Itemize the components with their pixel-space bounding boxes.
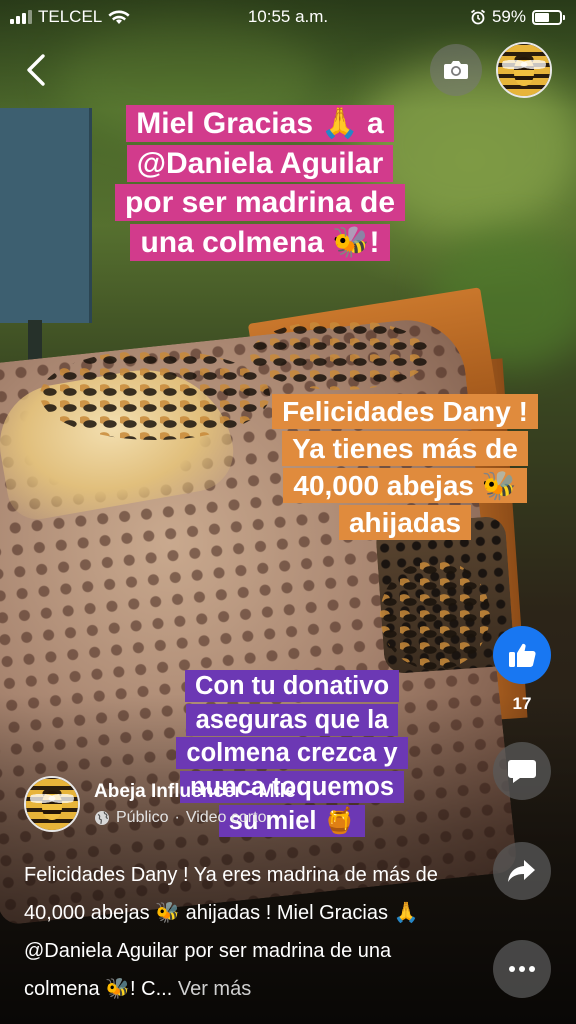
see-more-link[interactable]: Ver más bbox=[178, 978, 251, 1000]
comment-icon bbox=[508, 760, 536, 783]
comment-group bbox=[492, 742, 552, 800]
camera-icon bbox=[444, 61, 468, 79]
sticker-line: 40,000 abejas 🐝 bbox=[283, 467, 527, 503]
comment-button[interactable] bbox=[493, 742, 551, 800]
battery-level bbox=[535, 12, 550, 22]
like-button[interactable] bbox=[493, 626, 551, 684]
sticker-line: @Daniela Aguilar bbox=[126, 144, 394, 182]
sticker-pink: Miel Gracias 🙏 a @Daniela Aguilar por se… bbox=[84, 104, 436, 262]
hive-sign bbox=[0, 108, 92, 323]
sticker-line: Ya tienes más de bbox=[282, 430, 528, 466]
chevron-left-icon bbox=[27, 54, 45, 86]
battery-icon bbox=[532, 9, 565, 25]
video-type-label: Video corto bbox=[185, 809, 267, 826]
battery-percent: 59% bbox=[491, 7, 526, 26]
author-info: Abeja Influencer - Mile Público · Video … bbox=[94, 781, 296, 827]
sticker-line: colmena crezca y bbox=[176, 737, 408, 770]
sticker-line: Felicidades Dany ! bbox=[272, 394, 538, 429]
like-icon bbox=[509, 643, 536, 667]
privacy-label: Público bbox=[116, 809, 169, 826]
sticker-line: por ser madrina de bbox=[114, 184, 406, 222]
bee-cluster bbox=[380, 560, 490, 670]
sticker-line: Miel Gracias 🙏 a bbox=[126, 105, 394, 142]
sticker-line: aseguras que la bbox=[185, 703, 399, 736]
globe-icon bbox=[95, 811, 109, 825]
sticker-line: una colmena 🐝! bbox=[130, 223, 390, 261]
meta-separator: · bbox=[174, 809, 180, 826]
author-avatar[interactable] bbox=[24, 776, 80, 832]
status-bar: TELCEL 10:55 a.m. 59% bbox=[0, 0, 576, 34]
sticker-orange: Felicidades Dany ! Ya tienes más de 40,0… bbox=[254, 394, 556, 542]
post-author-row: Abeja Influencer - Mile Público · Video … bbox=[24, 776, 296, 832]
signal-icon bbox=[10, 10, 32, 24]
profile-avatar[interactable] bbox=[496, 42, 552, 98]
carrier-label: TELCEL bbox=[38, 7, 103, 26]
camera-button[interactable] bbox=[430, 44, 482, 96]
back-button[interactable] bbox=[18, 50, 54, 90]
like-count: 17 bbox=[512, 694, 532, 713]
share-button[interactable] bbox=[493, 842, 551, 900]
bee-avatar-image bbox=[26, 778, 78, 830]
more-group bbox=[492, 940, 552, 998]
post-caption[interactable]: Felicidades Dany ! Ya eres madrina de má… bbox=[24, 856, 464, 1008]
more-button[interactable] bbox=[493, 940, 551, 998]
alarm-icon bbox=[470, 9, 486, 25]
more-icon bbox=[509, 966, 535, 972]
bee-cluster bbox=[40, 350, 270, 440]
share-group bbox=[492, 842, 552, 900]
bee-cluster bbox=[250, 320, 430, 390]
status-left: TELCEL bbox=[10, 7, 130, 27]
author-name[interactable]: Abeja Influencer - Mile bbox=[94, 781, 296, 803]
bee-avatar-image bbox=[498, 44, 550, 96]
post-meta: Público · Video corto bbox=[94, 809, 296, 827]
sticker-line: Con tu donativo bbox=[184, 670, 400, 702]
wifi-icon bbox=[108, 10, 130, 24]
status-right: 59% bbox=[470, 7, 565, 27]
like-group: 17 bbox=[492, 626, 552, 714]
sticker-line: ahijadas bbox=[338, 504, 472, 540]
share-icon bbox=[508, 860, 535, 882]
